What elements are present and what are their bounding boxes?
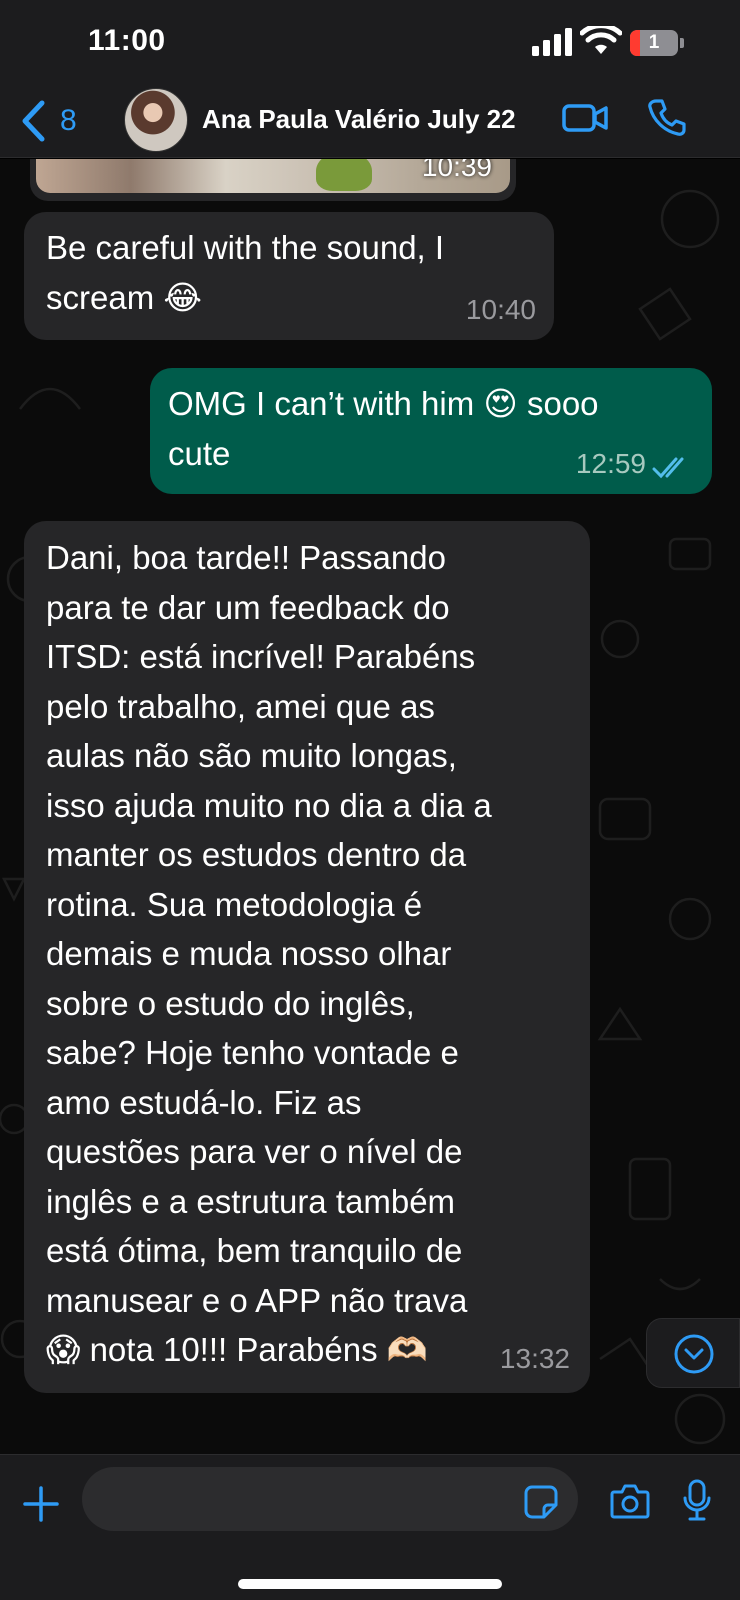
message-time: 10:39 <box>421 159 492 182</box>
media-thumbnail[interactable]: 10:39 <box>36 159 510 193</box>
message-text: Dani, boa tarde!! Passando para te dar u… <box>46 539 492 1368</box>
unread-count: 8 <box>60 104 77 137</box>
wifi-icon <box>580 26 622 54</box>
scroll-to-bottom-button[interactable] <box>646 1318 740 1388</box>
chevron-left-icon <box>22 100 45 142</box>
status-bar: 11:00 1 <box>0 0 740 88</box>
contact-name[interactable]: Ana Paula Valério July 22 <box>202 104 516 135</box>
message-bubble-incoming[interactable]: Dani, boa tarde!! Passando para te dar u… <box>24 521 590 1393</box>
sticker-icon[interactable] <box>524 1485 558 1519</box>
read-receipt-icon <box>652 457 684 479</box>
message-bubble-outgoing[interactable]: OMG I can’t with him 😍 sooo cute 12:59 <box>150 368 712 494</box>
message-input[interactable] <box>82 1467 578 1531</box>
signal-icon <box>532 28 572 56</box>
phone-icon[interactable] <box>648 98 686 136</box>
home-indicator <box>238 1579 502 1589</box>
message-time: 10:40 <box>465 293 536 325</box>
message-time: 13:32 <box>499 1342 570 1374</box>
video-call-icon[interactable] <box>562 102 608 134</box>
battery-level: 1 <box>648 32 660 53</box>
back-button[interactable]: 8 <box>20 96 77 146</box>
plus-icon[interactable] <box>22 1485 60 1523</box>
camera-icon[interactable] <box>610 1483 650 1519</box>
status-time: 11:00 <box>88 24 166 57</box>
input-bar <box>0 1454 740 1600</box>
message-bubble-incoming[interactable]: Be careful with the sound, I scream 😂 10… <box>24 212 554 340</box>
message-time: 12:59 <box>575 447 646 479</box>
microphone-icon[interactable] <box>682 1479 712 1523</box>
chevron-down-icon <box>674 1334 714 1374</box>
chat-area[interactable]: 10:39 Be careful with the sound, I screa… <box>0 159 740 1454</box>
battery-icon: 1 <box>630 30 684 56</box>
avatar[interactable] <box>124 88 188 152</box>
media-message[interactable]: 10:39 <box>30 159 516 201</box>
message-text: Be careful with the sound, I scream 😂 <box>46 229 445 316</box>
chat-header: 8 Ana Paula Valério July 22 <box>0 88 740 158</box>
